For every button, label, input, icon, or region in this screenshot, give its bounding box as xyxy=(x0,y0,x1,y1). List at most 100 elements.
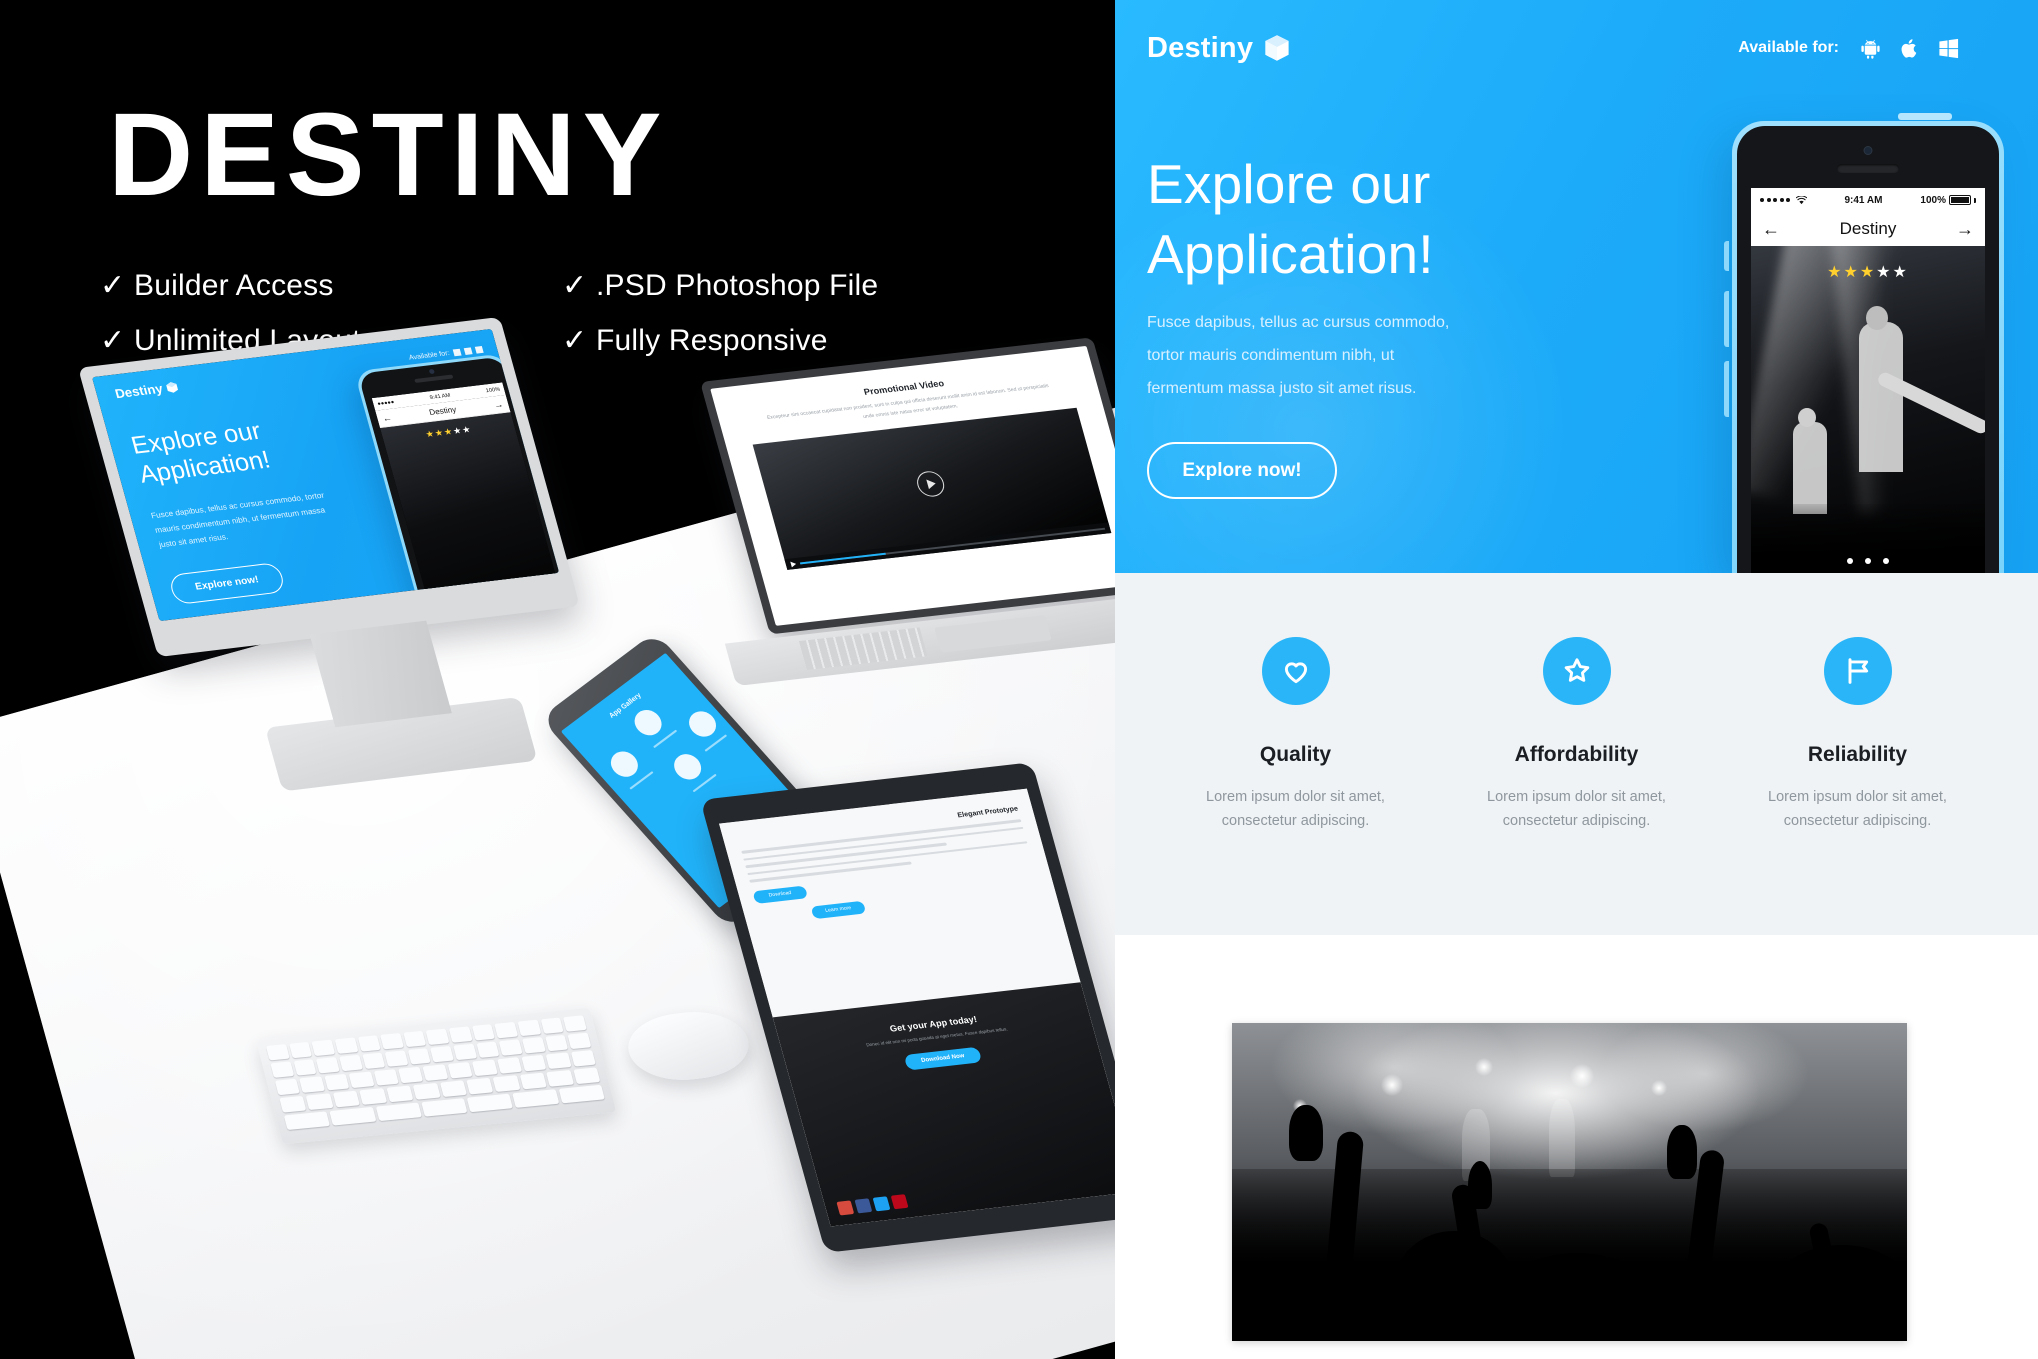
check-icon: ✓ xyxy=(562,323,588,357)
cube-icon xyxy=(1265,35,1289,61)
check-icon: ✓ xyxy=(100,323,126,357)
hero-section: Destiny Available for: Explore our Appli… xyxy=(1115,0,2038,573)
carousel-dots[interactable] xyxy=(1847,558,1889,564)
signal-strength-icon xyxy=(1760,195,1807,205)
crowd-head xyxy=(1650,1263,1781,1341)
power-button xyxy=(1898,113,1952,120)
volume-up-button xyxy=(1724,291,1729,347)
phone-concert-photo: ★★★★★ xyxy=(1751,246,1985,573)
feature-title: Quality xyxy=(1259,743,1332,766)
feature-description: Lorem ipsum dolor sit amet, consectetur … xyxy=(1206,789,1385,829)
feature-card-affordability: Affordability Lorem ipsum dolor sit amet… xyxy=(1436,637,1717,834)
imac-phone-screen: ●●●●● 9:41 AM 100% ← Destiny → ★★★★★ xyxy=(371,382,560,622)
imac-headline: Explore our Application! xyxy=(128,417,274,490)
back-arrow-icon[interactable]: ← xyxy=(1762,220,1780,238)
battery-percent: 100% xyxy=(1920,194,1946,206)
hero-headline-line2: Application! xyxy=(1147,222,1434,285)
signal-icon: ●●●●● xyxy=(376,399,395,407)
imac-phone-body: ●●●●● 9:41 AM 100% ← Destiny → ★★★★★ xyxy=(357,356,560,622)
right-website-panel: Destiny Available for: Explore our Appli… xyxy=(1115,0,2038,1359)
battery-icon xyxy=(1949,195,1971,205)
forward-arrow-icon[interactable]: → xyxy=(1956,220,1974,238)
imac-phone-battery: 100% xyxy=(485,386,501,394)
tablet-dark-section: Get your App today! Donec id elit non mi… xyxy=(772,981,1115,1227)
feature-icon-badge xyxy=(1542,637,1611,705)
site-logo[interactable]: Destiny xyxy=(1147,32,1290,65)
imac-phone-photo: ★★★★★ xyxy=(380,412,560,622)
raised-hand xyxy=(1667,1125,1698,1179)
concert-crowd-photo xyxy=(1232,1023,1907,1341)
hero-paragraph: Fusce dapibus, tellus ac cursus commodo,… xyxy=(1147,314,1450,397)
play-icon xyxy=(914,469,948,498)
site-header: Destiny Available for: xyxy=(1115,0,2038,96)
stage-lamp xyxy=(1650,1080,1667,1097)
social-icons xyxy=(836,1194,909,1216)
app-circle-icon xyxy=(629,704,668,741)
google-plus-icon xyxy=(836,1200,855,1216)
star-empty-icon: ★★ xyxy=(1876,264,1909,281)
imac-logo: Destiny xyxy=(113,379,179,401)
flag-icon xyxy=(1848,658,1868,684)
feature-card-quality: Quality Lorem ipsum dolor sit amet, cons… xyxy=(1155,637,1436,834)
check-icon: ✓ xyxy=(100,268,126,302)
star-filled-icon: ★★★ xyxy=(1827,264,1877,281)
performer-silhouette xyxy=(1858,322,1903,472)
tablet-light-section: Elegant Prototype Download Learn more xyxy=(719,788,1081,1018)
star-icon xyxy=(1564,658,1589,682)
rating-stars: ★★★★★ xyxy=(1827,262,1909,282)
play-button-icon xyxy=(790,560,797,567)
imac-hero-content: Destiny Available for: Explore our Appli… xyxy=(91,328,560,622)
front-camera-icon xyxy=(1863,146,1873,155)
hero-phone-screen: 9:41 AM 100% ← Destiny → ★★★★★ xyxy=(1751,188,1985,573)
availability-group: Available for: xyxy=(1738,37,1960,60)
imac-phone-title: Destiny xyxy=(428,405,458,417)
explore-now-button[interactable]: Explore now! xyxy=(1147,442,1337,499)
phone-nav-title: Destiny xyxy=(1839,219,1897,238)
pinterest-icon xyxy=(890,1194,909,1210)
facebook-icon xyxy=(854,1198,873,1214)
feature-card-reliability: Reliability Lorem ipsum dolor sit amet, … xyxy=(1717,637,1998,834)
imac-mockup: Destiny Available for: Explore our Appli… xyxy=(78,316,585,792)
phone-status-bar: 9:41 AM 100% xyxy=(1751,188,1985,212)
android-icon[interactable] xyxy=(1859,37,1882,60)
feature-description: Lorem ipsum dolor sit amet, consectetur … xyxy=(1768,789,1947,829)
phone-time: 9:41 AM xyxy=(1844,194,1883,206)
stage-lamp xyxy=(1475,1057,1493,1076)
apple-icon xyxy=(463,347,473,355)
rating-stars: ★★★★★ xyxy=(424,424,473,440)
forward-arrow-icon: → xyxy=(492,398,505,410)
feature-description: Lorem ipsum dolor sit amet, consectetur … xyxy=(1487,789,1666,829)
site-logo-label: Destiny xyxy=(1147,31,1254,64)
features-section: Quality Lorem ipsum dolor sit amet, cons… xyxy=(1115,573,2038,935)
feature-label: Builder Access xyxy=(134,268,334,302)
phone-nav-bar: ← Destiny → xyxy=(1751,212,1985,246)
feature-label: Fully Responsive xyxy=(596,323,828,357)
performer-silhouette xyxy=(1793,422,1828,514)
apple-icon[interactable] xyxy=(1898,37,1921,60)
hero-phone-mockup: 9:41 AM 100% ← Destiny → ★★★★★ xyxy=(1724,113,2004,573)
crowd-head xyxy=(1502,1253,1652,1341)
windows-icon[interactable] xyxy=(1937,37,1960,60)
app-circle-icon xyxy=(668,749,707,785)
hero-headline: Explore our Application! xyxy=(1147,150,1434,290)
app-circle-icon xyxy=(605,746,644,782)
windows-icon xyxy=(474,346,484,354)
battery-tip xyxy=(1974,197,1976,203)
mute-switch xyxy=(1724,241,1729,271)
cube-icon xyxy=(166,381,178,393)
stage-lamp xyxy=(1380,1073,1403,1096)
video-progress-track xyxy=(799,527,1106,564)
laptop-lid: Promotional Video Excepteur sint occaeca… xyxy=(700,337,1115,635)
video-controls xyxy=(784,522,1112,570)
imac-phone-mockup: ●●●●● 9:41 AM 100% ← Destiny → ★★★★★ xyxy=(353,353,560,622)
feature-item: ✓ .PSD Photoshop File xyxy=(562,258,878,313)
tablet-learnmore-button: Learn more xyxy=(810,900,867,919)
tablet-cta-button: Download Now xyxy=(903,1046,983,1071)
performer-head xyxy=(1865,306,1888,330)
android-icon xyxy=(452,348,462,357)
laptop-screen: Promotional Video Excepteur sint occaeca… xyxy=(710,345,1115,626)
crowd-head xyxy=(1394,1231,1514,1341)
feature-item: ✓ Builder Access xyxy=(100,258,489,313)
imac-paragraph: Fusce dapibus, tellus ac cursus commodo,… xyxy=(150,490,327,549)
check-icon: ✓ xyxy=(562,268,588,302)
